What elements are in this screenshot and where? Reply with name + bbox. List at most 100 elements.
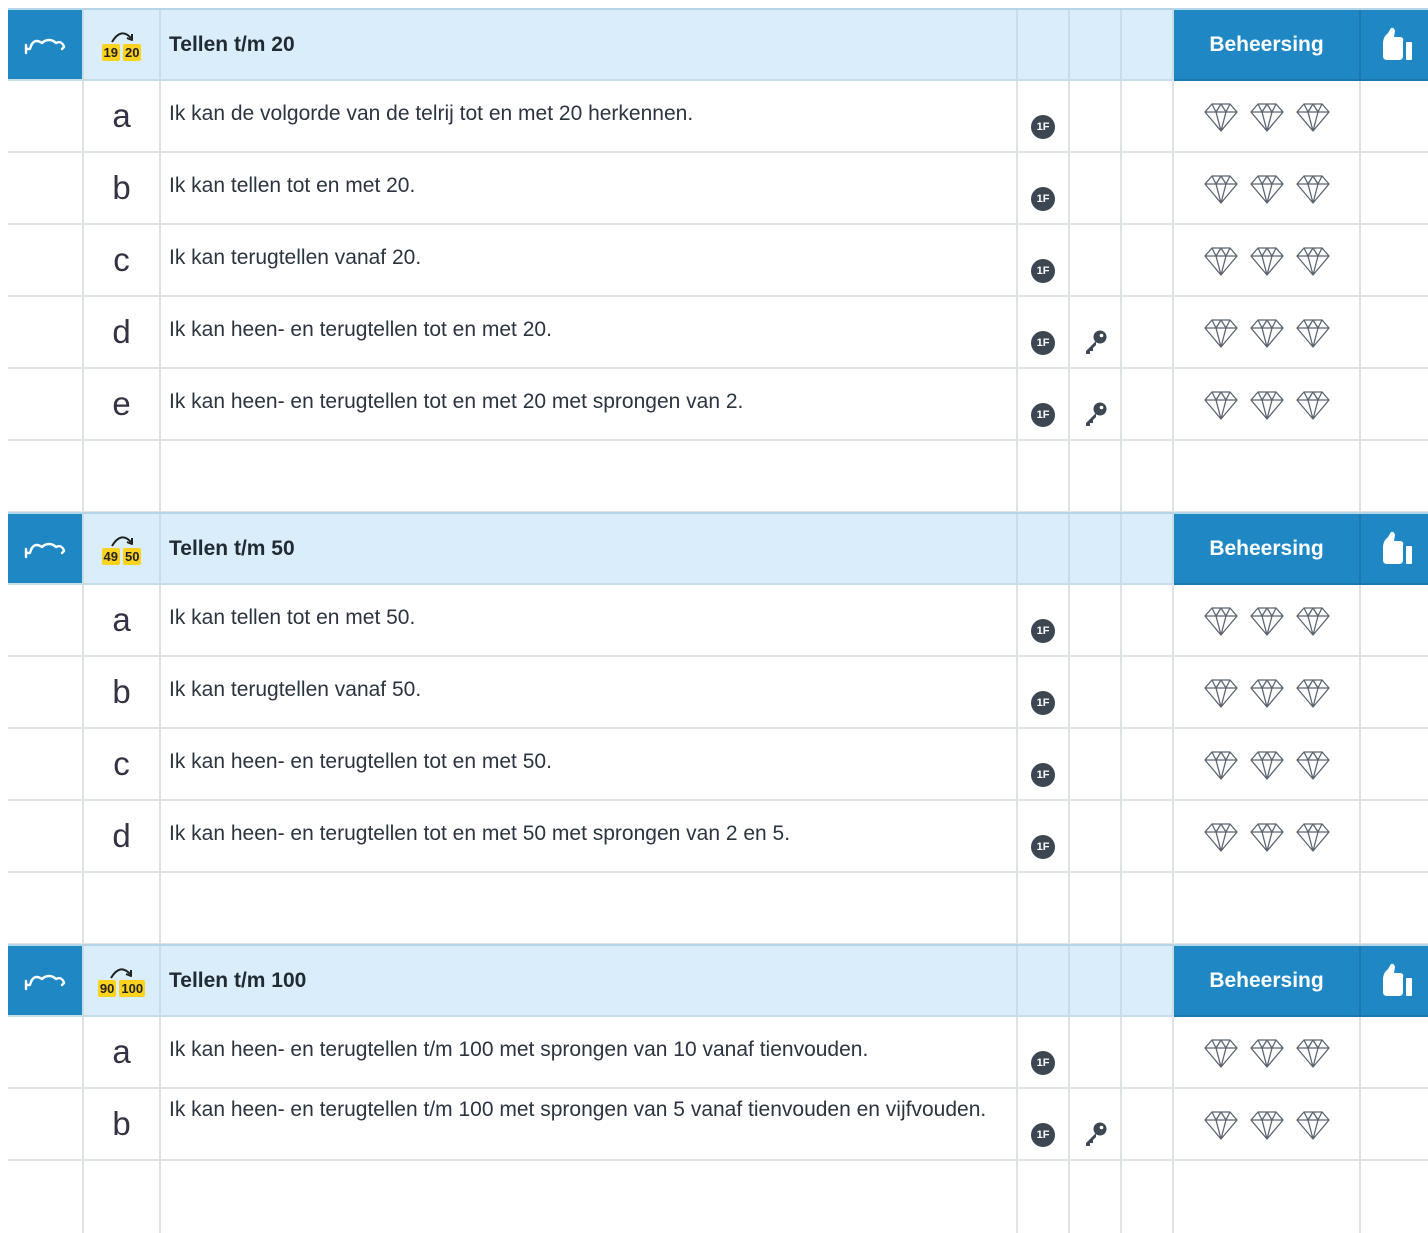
diamond-button[interactable] [1202, 99, 1240, 135]
diamond-button[interactable] [1202, 1035, 1240, 1071]
mastery-label: Beheersing [1174, 10, 1361, 81]
diamond-button[interactable] [1294, 675, 1332, 711]
diamond-rating[interactable] [1174, 1089, 1359, 1143]
rating-cell [1174, 729, 1361, 801]
diamond-button[interactable] [1294, 243, 1332, 279]
diamond-button[interactable] [1202, 603, 1240, 639]
diamond-rating[interactable] [1174, 297, 1359, 351]
section-title: Tellen t/m 20 [161, 10, 1018, 81]
level-cell: 1F [1018, 585, 1070, 657]
thumb-cell[interactable] [1361, 729, 1428, 801]
diamond-icon [1295, 175, 1330, 204]
diamond-button[interactable] [1248, 819, 1286, 855]
diamond-rating[interactable] [1174, 1017, 1359, 1071]
thumb-cell[interactable] [1361, 657, 1428, 729]
goal-row: d Ik kan heen- en terugtellen tot en met … [8, 801, 1428, 873]
extra-cell [1122, 1089, 1174, 1161]
diamond-rating[interactable] [1174, 585, 1359, 639]
section-jump-cell [8, 514, 84, 585]
spacer-a [8, 1161, 84, 1233]
diamond-button[interactable] [1294, 387, 1332, 423]
goal-spacer [8, 81, 84, 153]
diamond-button[interactable] [1294, 99, 1332, 135]
diamond-rating[interactable] [1174, 801, 1359, 855]
diamond-button[interactable] [1248, 99, 1286, 135]
diamond-icon [1249, 175, 1284, 204]
diamond-button[interactable] [1294, 819, 1332, 855]
diamond-rating[interactable] [1174, 657, 1359, 711]
diamond-rating[interactable] [1174, 369, 1359, 423]
thumb-cell[interactable] [1361, 1017, 1428, 1089]
diamond-button[interactable] [1294, 603, 1332, 639]
diamond-button[interactable] [1248, 603, 1286, 639]
extra-cell [1122, 585, 1174, 657]
key-cell [1070, 1089, 1122, 1161]
key-column-head [1070, 946, 1122, 1017]
rating-cell [1174, 297, 1361, 369]
diamond-button[interactable] [1202, 243, 1240, 279]
goal-text: Ik kan heen- en terugtellen t/m 100 met … [161, 1017, 1018, 1089]
diamond-button[interactable] [1294, 747, 1332, 783]
thumb-cell[interactable] [1361, 225, 1428, 297]
diamond-button[interactable] [1202, 171, 1240, 207]
level-badge: 1F [1031, 1051, 1055, 1075]
section-jump-cell [8, 946, 84, 1017]
spacer-a [8, 441, 84, 513]
diamond-button[interactable] [1202, 387, 1240, 423]
diamond-button[interactable] [1202, 675, 1240, 711]
diamond-icon [1203, 1111, 1238, 1140]
level-cell: 1F [1018, 1089, 1070, 1161]
diamond-button[interactable] [1202, 819, 1240, 855]
goal-text: Ik kan heen- en terugtellen tot en met 2… [161, 369, 1018, 441]
diamond-icon [1203, 679, 1238, 708]
diamond-button[interactable] [1202, 1107, 1240, 1143]
diamond-button[interactable] [1294, 1107, 1332, 1143]
diamond-button[interactable] [1294, 1035, 1332, 1071]
diamond-button[interactable] [1248, 1035, 1286, 1071]
rating-cell [1174, 81, 1361, 153]
level-badge: 1F [1031, 763, 1055, 787]
thumb-cell[interactable] [1361, 297, 1428, 369]
thumb-cell[interactable] [1361, 801, 1428, 873]
thumbs-up-button[interactable] [1361, 10, 1428, 81]
section-jump-cell [8, 10, 84, 81]
diamond-icon [1249, 1111, 1284, 1140]
diamond-button[interactable] [1248, 243, 1286, 279]
diamond-icon [1295, 751, 1330, 780]
spacer-c [161, 441, 1018, 513]
level-column-head [1018, 514, 1070, 585]
rating-cell [1174, 369, 1361, 441]
thumbs-up-button[interactable] [1361, 946, 1428, 1017]
thumb-cell[interactable] [1361, 153, 1428, 225]
diamond-rating[interactable] [1174, 81, 1359, 135]
number-box: 19 [101, 43, 120, 61]
thumb-cell[interactable] [1361, 1089, 1428, 1161]
diamond-button[interactable] [1248, 387, 1286, 423]
diamond-button[interactable] [1294, 171, 1332, 207]
diamond-button[interactable] [1248, 1107, 1286, 1143]
diamond-button[interactable] [1202, 747, 1240, 783]
diamond-button[interactable] [1248, 315, 1286, 351]
diamond-button[interactable] [1248, 171, 1286, 207]
diamond-rating[interactable] [1174, 729, 1359, 783]
extra-cell [1122, 729, 1174, 801]
diamond-button[interactable] [1248, 747, 1286, 783]
diamond-button[interactable] [1202, 315, 1240, 351]
thumb-cell[interactable] [1361, 81, 1428, 153]
diamond-rating[interactable] [1174, 225, 1359, 279]
goal-row: d Ik kan heen- en terugtellen tot en met … [8, 297, 1428, 369]
thumb-cell[interactable] [1361, 369, 1428, 441]
diamond-button[interactable] [1248, 675, 1286, 711]
level-badge: 1F [1031, 1123, 1055, 1147]
spacer-g [1174, 441, 1361, 513]
goal-spacer [8, 585, 84, 657]
thumb-cell[interactable] [1361, 585, 1428, 657]
diamond-icon [1249, 751, 1284, 780]
diamond-button[interactable] [1294, 315, 1332, 351]
goal-text: Ik kan tellen tot en met 50. [161, 585, 1018, 657]
jump-arc-icon [24, 542, 66, 558]
key-cell [1070, 81, 1122, 153]
jump-arrow-icon [110, 31, 133, 43]
thumbs-up-button[interactable] [1361, 514, 1428, 585]
diamond-rating[interactable] [1174, 153, 1359, 207]
